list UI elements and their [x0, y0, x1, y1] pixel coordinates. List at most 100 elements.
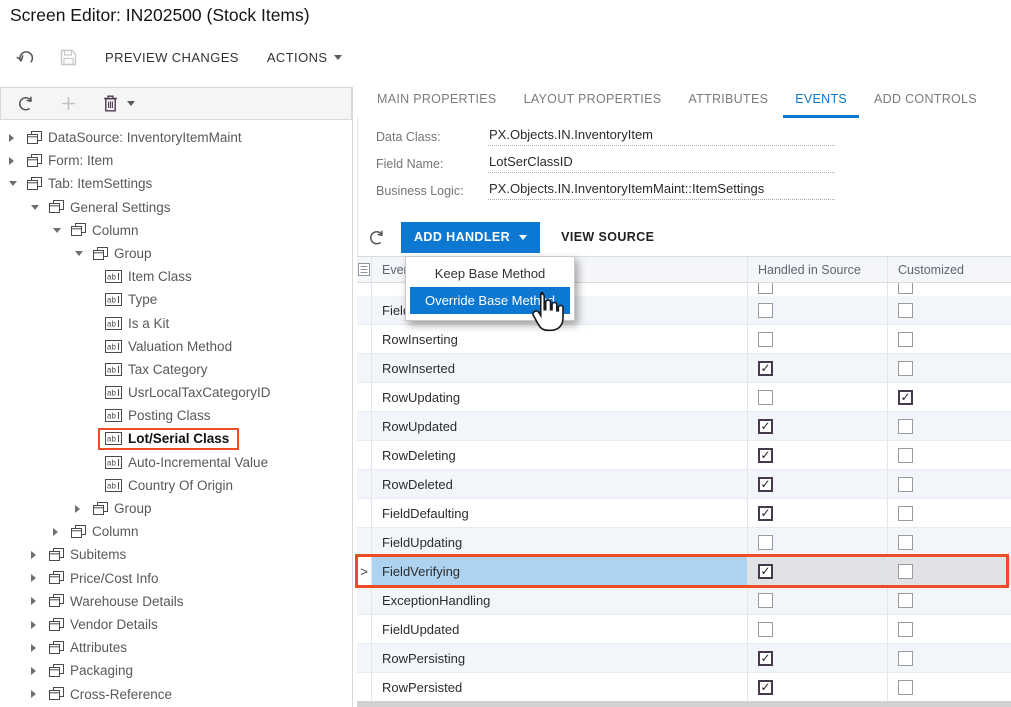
- tree-item-auto-incremental-value[interactable]: ab Auto-Incremental Value: [1, 451, 351, 474]
- handled-in-source-checkbox[interactable]: [758, 283, 773, 294]
- horizontal-scrollbar[interactable]: [357, 701, 1011, 707]
- customized-checkbox[interactable]: [898, 651, 913, 666]
- customized-checkbox[interactable]: [898, 283, 913, 294]
- tree-item-datasource-inventoryitemmaint[interactable]: DataSource: InventoryItemMaint: [1, 126, 351, 149]
- event-name-cell[interactable]: FieldVerifying: [372, 557, 747, 585]
- handled-in-source-checkbox[interactable]: ✓: [758, 651, 773, 666]
- tree-item-column[interactable]: Column: [1, 219, 351, 242]
- event-name-cell[interactable]: RowInserted: [372, 354, 747, 382]
- refresh-icon[interactable]: [17, 95, 34, 112]
- table-row-rowupdating[interactable]: RowUpdating ✓: [357, 383, 1011, 412]
- customized-checkbox[interactable]: [898, 622, 913, 637]
- tree-item-warehouse-details[interactable]: Warehouse Details: [1, 590, 351, 613]
- event-name-cell[interactable]: RowDeleting: [372, 441, 747, 469]
- expander-icon[interactable]: [75, 505, 93, 513]
- expander-icon[interactable]: [75, 251, 93, 256]
- trash-icon[interactable]: [103, 95, 118, 112]
- handled-in-source-checkbox[interactable]: ✓: [758, 477, 773, 492]
- customized-checkbox[interactable]: [898, 419, 913, 434]
- expander-icon[interactable]: [31, 551, 49, 559]
- event-name-cell[interactable]: FieldUpdated: [372, 615, 747, 643]
- tree-item-price-cost-info[interactable]: Price/Cost Info: [1, 567, 351, 590]
- handled-in-source-checkbox[interactable]: ✓: [758, 564, 773, 579]
- trash-dropdown-caret-icon[interactable]: [127, 101, 135, 106]
- expander-icon[interactable]: [31, 574, 49, 582]
- event-name-cell[interactable]: RowUpdated: [372, 412, 747, 440]
- event-name-cell[interactable]: RowPersisted: [372, 673, 747, 701]
- tab-attributes[interactable]: ATTRIBUTES: [676, 88, 780, 118]
- table-row-rowdeleting[interactable]: RowDeleting ✓: [357, 441, 1011, 470]
- table-row-rowinserted[interactable]: RowInserted ✓: [357, 354, 1011, 383]
- handled-in-source-checkbox[interactable]: ✓: [758, 680, 773, 695]
- expander-icon[interactable]: [53, 228, 71, 233]
- tree-item-country-of-origin[interactable]: ab Country Of Origin: [1, 474, 351, 497]
- expander-icon[interactable]: [9, 134, 27, 142]
- tab-main-properties[interactable]: MAIN PROPERTIES: [365, 88, 509, 118]
- tree-item-subitems[interactable]: Subitems: [1, 543, 351, 566]
- table-row-fieldupdated[interactable]: FieldUpdated: [357, 615, 1011, 644]
- tree-item-tab-itemsettings[interactable]: Tab: ItemSettings: [1, 172, 351, 195]
- customized-checkbox[interactable]: [898, 361, 913, 376]
- tree-item-attributes[interactable]: Attributes: [1, 636, 351, 659]
- event-name-cell[interactable]: FieldDefaulting: [372, 499, 747, 527]
- expander-icon[interactable]: [31, 644, 49, 652]
- tree-item-general-settings[interactable]: General Settings: [1, 196, 351, 219]
- field-name-value[interactable]: LotSerClassID: [488, 154, 835, 173]
- view-source-button[interactable]: VIEW SOURCE: [561, 230, 654, 244]
- tree-item-form-item[interactable]: Form: Item: [1, 149, 351, 172]
- event-name-cell[interactable]: FieldUpdating: [372, 528, 747, 556]
- tree-item-valuation-method[interactable]: ab Valuation Method: [1, 335, 351, 358]
- event-name-cell[interactable]: RowPersisting: [372, 644, 747, 672]
- table-row-rowpersisted[interactable]: RowPersisted ✓: [357, 673, 1011, 702]
- customized-checkbox[interactable]: [898, 680, 913, 695]
- table-row-fielddefaulting[interactable]: FieldDefaulting ✓: [357, 499, 1011, 528]
- handled-in-source-checkbox[interactable]: [758, 303, 773, 318]
- expander-icon[interactable]: [9, 181, 27, 186]
- tree-item-is-a-kit[interactable]: ab Is a Kit: [1, 312, 351, 335]
- tree-item-posting-class[interactable]: ab Posting Class: [1, 404, 351, 427]
- event-name-cell[interactable]: ExceptionHandling: [372, 586, 747, 614]
- tree-item-tax-category[interactable]: ab Tax Category: [1, 358, 351, 381]
- tree-item-group[interactable]: Group: [1, 242, 351, 265]
- customized-checkbox[interactable]: [898, 332, 913, 347]
- tree-item-group[interactable]: Group: [1, 497, 351, 520]
- menu-item-override-base-method[interactable]: Override Base Method: [410, 287, 570, 314]
- tab-events[interactable]: EVENTS: [783, 88, 859, 118]
- actions-menu-button[interactable]: ACTIONS: [267, 50, 343, 65]
- customized-checkbox[interactable]: ✓: [898, 390, 913, 405]
- tab-add-controls[interactable]: ADD CONTROLS: [862, 88, 989, 118]
- tab-layout-properties[interactable]: LAYOUT PROPERTIES: [512, 88, 674, 118]
- table-row-fieldverifying[interactable]: > FieldVerifying ✓: [357, 557, 1011, 586]
- handled-in-source-checkbox[interactable]: ✓: [758, 361, 773, 376]
- expander-icon[interactable]: [31, 690, 49, 698]
- customized-checkbox[interactable]: [898, 593, 913, 608]
- table-row-rowpersisting[interactable]: RowPersisting ✓: [357, 644, 1011, 673]
- tree-item-cross-reference[interactable]: Cross-Reference: [1, 683, 351, 706]
- handled-in-source-checkbox[interactable]: ✓: [758, 419, 773, 434]
- tree-item-column[interactable]: Column: [1, 520, 351, 543]
- table-row-rowupdated[interactable]: RowUpdated ✓: [357, 412, 1011, 441]
- expander-icon[interactable]: [31, 621, 49, 629]
- handled-in-source-checkbox[interactable]: [758, 332, 773, 347]
- tree-item-lot-serial-class[interactable]: ab Lot/Serial Class: [1, 427, 351, 450]
- table-row-rowdeleted[interactable]: RowDeleted ✓: [357, 470, 1011, 499]
- handled-in-source-checkbox[interactable]: [758, 622, 773, 637]
- handled-in-source-checkbox[interactable]: [758, 390, 773, 405]
- expander-icon[interactable]: [53, 528, 71, 536]
- customized-checkbox[interactable]: [898, 535, 913, 550]
- customized-checkbox[interactable]: [898, 506, 913, 521]
- business-logic-value[interactable]: PX.Objects.IN.InventoryItemMaint::ItemSe…: [488, 181, 835, 200]
- expander-icon[interactable]: [9, 157, 27, 165]
- expander-icon[interactable]: [31, 205, 49, 210]
- column-header-customized[interactable]: Customized: [887, 257, 1011, 282]
- table-row-exceptionhandling[interactable]: ExceptionHandling: [357, 586, 1011, 615]
- table-row-rowinserting[interactable]: RowInserting: [357, 325, 1011, 354]
- tree-item-packaging[interactable]: Packaging: [1, 659, 351, 682]
- undo-icon[interactable]: [16, 49, 34, 66]
- event-name-cell[interactable]: RowDeleted: [372, 470, 747, 498]
- customized-checkbox[interactable]: [898, 303, 913, 318]
- expander-icon[interactable]: [31, 597, 49, 605]
- grid-settings-icon[interactable]: [357, 257, 372, 282]
- menu-item-keep-base-method[interactable]: Keep Base Method: [410, 260, 570, 287]
- handled-in-source-checkbox[interactable]: ✓: [758, 506, 773, 521]
